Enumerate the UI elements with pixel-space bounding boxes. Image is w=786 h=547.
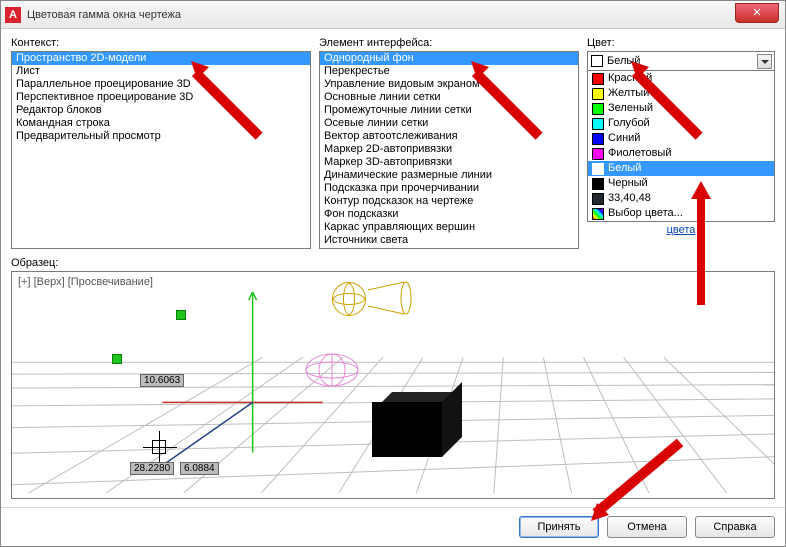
apply-button[interactable]: Принять (519, 516, 599, 538)
sample-light (332, 282, 366, 316)
window-title: Цветовая гамма окна чертежа (27, 9, 181, 21)
selected-color-name: Белый (607, 55, 640, 67)
element-item[interactable]: Основные линии сетки (320, 91, 578, 104)
element-item[interactable]: Подсказка при прочерчивании (320, 182, 578, 195)
element-label: Элемент интерфейса: (319, 37, 579, 49)
color-option-label: Белый (608, 161, 641, 176)
element-listbox[interactable]: Однородный фонПерекрестьеУправление видо… (319, 51, 579, 249)
green-marker (112, 354, 122, 364)
color-option-label: Голубой (608, 116, 650, 131)
color-swatch (592, 178, 604, 190)
preview-viewport: [+] [Верх] [Просвечивание] 10.6063 28.22… (11, 271, 775, 499)
context-item[interactable]: Командная строка (12, 117, 310, 130)
chevron-down-icon[interactable] (757, 54, 772, 69)
color-option[interactable]: Белый (588, 161, 774, 176)
context-item[interactable]: Лист (12, 65, 310, 78)
context-item[interactable]: Пространство 2D-модели (12, 52, 310, 65)
element-item[interactable]: Вектор автоотслеживания (320, 130, 578, 143)
color-option[interactable]: Голубой (588, 116, 774, 131)
coord-readout: 28.2280 (130, 462, 174, 475)
color-swatch (592, 103, 604, 115)
help-button[interactable]: Справка (695, 516, 775, 538)
context-item[interactable]: Редактор блоков (12, 104, 310, 117)
color-option-label: 33,40,48 (608, 191, 651, 206)
sample-label: Образец: (11, 257, 775, 269)
context-listbox[interactable]: Пространство 2D-моделиЛистПараллельное п… (11, 51, 311, 249)
element-item[interactable]: Перекрестье (320, 65, 578, 78)
color-option-label: Фиолетовый (608, 146, 671, 161)
button-row: Принять Отмена Справка (1, 507, 785, 546)
viewport-overlay-text: [+] [Верх] [Просвечивание] (18, 276, 153, 288)
color-option[interactable]: Выбор цвета... (588, 206, 774, 221)
element-item[interactable]: Управление видовым экраном (320, 78, 578, 91)
context-label: Контекст: (11, 37, 311, 49)
colors-link[interactable]: цвета (587, 224, 775, 236)
element-item[interactable]: Осевые линии сетки (320, 117, 578, 130)
crosshair-icon (152, 440, 166, 454)
context-item[interactable]: Предварительный просмотр (12, 130, 310, 143)
color-option-list[interactable]: КрасныйЖелтыйЗеленыйГолубойСинийФиолетов… (587, 71, 775, 222)
color-swatch (592, 163, 604, 175)
color-option-label: Выбор цвета... (608, 206, 683, 221)
cancel-button[interactable]: Отмена (607, 516, 687, 538)
context-item[interactable]: Параллельное проецирование 3D (12, 78, 310, 91)
close-button[interactable]: ✕ (735, 3, 779, 23)
color-option[interactable]: Зеленый (588, 101, 774, 116)
color-option[interactable]: Фиолетовый (588, 146, 774, 161)
color-option[interactable]: 33,40,48 (588, 191, 774, 206)
element-item[interactable]: Фон подсказки (320, 208, 578, 221)
element-item[interactable]: Динамические размерные линии (320, 169, 578, 182)
coord-readout: 6.0884 (180, 462, 219, 475)
color-swatch (592, 193, 604, 205)
element-item[interactable]: Маркер 2D-автопривязки (320, 143, 578, 156)
color-option-label: Синий (608, 131, 640, 146)
color-swatch (592, 73, 604, 85)
color-swatch (592, 148, 604, 160)
color-label: Цвет: (587, 37, 775, 49)
element-item[interactable]: Каркас управляющих вершин (320, 221, 578, 234)
color-option[interactable]: Желтый (588, 86, 774, 101)
element-item[interactable]: Однородный фон (320, 52, 578, 65)
color-swatch (592, 208, 604, 220)
color-option[interactable]: Красный (588, 71, 774, 86)
element-item[interactable]: Маркер 3D-автопривязки (320, 156, 578, 169)
color-option-label: Зеленый (608, 101, 653, 116)
coord-readout: 10.6063 (140, 374, 184, 387)
element-item[interactable]: Промежуточные линии сетки (320, 104, 578, 117)
element-item[interactable]: Контур подсказок на чертеже (320, 195, 578, 208)
sample-wireframe (302, 350, 362, 390)
color-swatch (592, 118, 604, 130)
dialog-window: A Цветовая гамма окна чертежа ✕ Контекст… (0, 0, 786, 547)
color-dropdown[interactable]: Белый (587, 51, 775, 71)
element-item[interactable]: Источники света (320, 234, 578, 247)
color-swatch (592, 133, 604, 145)
color-swatch (592, 88, 604, 100)
green-marker (176, 310, 186, 320)
selected-color-swatch (591, 55, 603, 67)
color-option-label: Красный (608, 71, 652, 86)
color-option[interactable]: Черный (588, 176, 774, 191)
color-option[interactable]: Синий (588, 131, 774, 146)
sample-cube (372, 402, 442, 457)
app-icon: A (5, 7, 21, 23)
color-option-label: Черный (608, 176, 648, 191)
context-item[interactable]: Перспективное проецирование 3D (12, 91, 310, 104)
color-option-label: Желтый (608, 86, 649, 101)
titlebar: A Цветовая гамма окна чертежа ✕ (1, 1, 785, 29)
